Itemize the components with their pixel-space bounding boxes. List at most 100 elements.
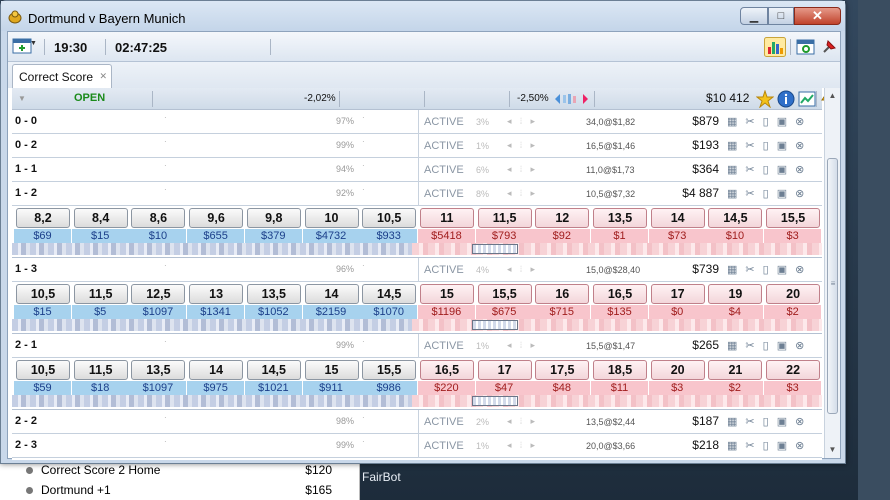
back-price-button[interactable]: 15 (304, 360, 359, 380)
ladder-arrows-icon[interactable]: ◂ ⦙ ▸ (507, 164, 538, 175)
back-price-button[interactable]: 8,6 (131, 208, 186, 228)
close-row-icon[interactable]: ⊗ (795, 187, 804, 201)
title-bar[interactable]: Dortmund v Bayern Munich ▁ □ ✕ (1, 1, 845, 31)
scroll-down-icon[interactable]: ▼ (825, 442, 840, 458)
back-price-button[interactable]: 14,5 (362, 284, 417, 304)
close-button[interactable]: ✕ (794, 7, 841, 25)
vertical-scrollbar[interactable]: ▲ ≡ ▼ (824, 88, 840, 458)
back-price-button[interactable]: 14 (189, 360, 244, 380)
ladder-position-marker[interactable] (472, 396, 518, 406)
stop-icon[interactable]: ▯ (763, 439, 769, 453)
tools-icon[interactable]: ✂ (745, 339, 754, 353)
close-row-icon[interactable]: ⊗ (795, 263, 804, 277)
background-list-item[interactable]: Dortmund +1 $165 (26, 482, 336, 498)
stop-icon[interactable]: ▯ (763, 263, 769, 277)
selection-row[interactable]: 0 - 0 · 97% · ACTIVE 3% ◂ ⦙ ▸ 34,0@$1,82 $879 ▦ ✂ ▯… (12, 110, 822, 134)
lay-price-button[interactable]: 16 (535, 284, 590, 304)
ladder-arrows-icon[interactable]: ◂ ⦙ ▸ (507, 188, 538, 199)
chart-icon[interactable]: ▦ (727, 187, 737, 201)
ladder-arrows-icon[interactable]: ◂ ⦙ ▸ (507, 440, 538, 451)
selection-row[interactable]: 2 - 2 · 98% · ACTIVE 2% ◂ ⦙ ▸ 13,5@$2,44 $187 ▦ ✂ ▯… (12, 410, 822, 434)
ladder-arrows-icon[interactable]: ◂ ⦙ ▸ (507, 340, 538, 351)
graph-icon[interactable] (798, 90, 816, 108)
expand-icon[interactable]: ▣ (777, 263, 787, 277)
back-price-button[interactable]: 8,4 (73, 208, 128, 228)
chart-icon[interactable]: ▦ (727, 263, 737, 277)
tools-icon[interactable]: ✂ (745, 187, 754, 201)
back-price-button[interactable]: 14,5 (246, 360, 301, 380)
lay-price-button[interactable]: 11,5 (477, 208, 532, 228)
lay-price-button[interactable]: 15,5 (766, 208, 821, 228)
stop-icon[interactable]: ▯ (763, 339, 769, 353)
expand-icon[interactable]: ▣ (777, 187, 787, 201)
expand-icon[interactable]: ▣ (777, 415, 787, 429)
selection-row[interactable]: 1 - 2 · 92% · ACTIVE 8% ◂ ⦙ ▸ 10,5@$7,32 $4 887 ▦… (12, 182, 822, 206)
stop-icon[interactable]: ▯ (763, 115, 769, 129)
selection-row[interactable]: 1 - 3 · 96% · ACTIVE 4% ◂ ⦙ ▸ 15,0@$28,40 $739 ▦ ✂… (12, 258, 822, 282)
back-price-button[interactable]: 14 (304, 284, 359, 304)
back-price-button[interactable]: 11,5 (73, 284, 128, 304)
close-row-icon[interactable]: ⊗ (795, 115, 804, 129)
ladder-arrows-icon[interactable] (555, 93, 589, 105)
lay-price-button[interactable]: 11 (419, 208, 474, 228)
lay-price-button[interactable]: 12 (535, 208, 590, 228)
expand-icon[interactable]: ▣ (777, 115, 787, 129)
tools-icon[interactable]: ✂ (745, 139, 754, 153)
expand-icon[interactable]: ▣ (777, 439, 787, 453)
stop-icon[interactable]: ▯ (763, 187, 769, 201)
ladder-position-marker[interactable] (472, 320, 518, 330)
chart-icon[interactable]: ▦ (727, 139, 737, 153)
selection-row[interactable]: 0 - 2 · 99% · ACTIVE 1% ◂ ⦙ ▸ 16,5@$1,46 $193 ▦ ✂ ▯… (12, 134, 822, 158)
ladder-arrows-icon[interactable]: ◂ ⦙ ▸ (507, 116, 538, 127)
back-price-button[interactable]: 8,2 (16, 208, 70, 228)
stop-icon[interactable]: ▯ (763, 415, 769, 429)
scroll-up-icon[interactable]: ▲ (825, 88, 840, 104)
chart-icon[interactable]: ▦ (727, 163, 737, 177)
lay-price-button[interactable]: 17 (650, 284, 705, 304)
lay-price-button[interactable]: 15 (419, 284, 474, 304)
scroll-thumb[interactable]: ≡ (827, 158, 838, 414)
back-price-button[interactable]: 15,5 (362, 360, 417, 380)
ladder-arrows-icon[interactable]: ◂ ⦙ ▸ (507, 416, 538, 427)
close-row-icon[interactable]: ⊗ (795, 339, 804, 353)
lay-price-button[interactable]: 20 (650, 360, 705, 380)
back-price-button[interactable]: 13 (189, 284, 244, 304)
lay-price-button[interactable]: 20 (766, 284, 821, 304)
lay-price-button[interactable]: 15,5 (477, 284, 532, 304)
ladder-position-marker[interactable] (472, 244, 518, 254)
tools-icon[interactable]: ✂ (745, 115, 754, 129)
stop-icon[interactable]: ▯ (763, 139, 769, 153)
tools-icon[interactable]: ✂ (745, 415, 754, 429)
lay-price-button[interactable]: 19 (708, 284, 763, 304)
lay-price-button[interactable]: 17,5 (535, 360, 590, 380)
back-price-button[interactable]: 10,5 (16, 360, 70, 380)
chart-icon[interactable]: ▦ (727, 415, 737, 429)
lay-price-button[interactable]: 22 (766, 360, 821, 380)
tools-icon[interactable]: ✂ (745, 263, 754, 277)
minimize-button[interactable]: ▁ (740, 7, 768, 25)
pin-icon[interactable] (818, 37, 840, 57)
close-row-icon[interactable]: ⊗ (795, 415, 804, 429)
lay-price-button[interactable]: 16,5 (593, 284, 647, 304)
lay-price-button[interactable]: 14 (650, 208, 705, 228)
chevron-down-icon[interactable]: ▼ (30, 40, 37, 47)
back-price-button[interactable]: 10,5 (16, 284, 70, 304)
back-price-button[interactable]: 13,5 (131, 360, 186, 380)
background-list-item[interactable]: Correct Score 2 Home $120 (26, 462, 336, 478)
tab-correct-score[interactable]: Correct Score ✕ (12, 64, 112, 88)
lay-price-button[interactable]: 21 (708, 360, 763, 380)
back-price-button[interactable]: 13,5 (246, 284, 301, 304)
back-price-button[interactable]: 9,8 (246, 208, 301, 228)
refresh-icon[interactable] (795, 37, 817, 57)
maximize-button[interactable]: □ (768, 7, 794, 25)
tools-icon[interactable]: ✂ (745, 163, 754, 177)
lay-price-button[interactable]: 14,5 (708, 208, 763, 228)
chart-icon[interactable]: ▦ (727, 115, 737, 129)
back-price-button[interactable]: 11,5 (73, 360, 128, 380)
star-icon[interactable] (756, 90, 774, 108)
lay-price-button[interactable]: 17 (477, 360, 532, 380)
ladder-arrows-icon[interactable]: ◂ ⦙ ▸ (507, 264, 538, 275)
back-price-button[interactable]: 12,5 (131, 284, 186, 304)
lay-price-button[interactable]: 13,5 (593, 208, 647, 228)
expand-icon[interactable]: ▣ (777, 163, 787, 177)
